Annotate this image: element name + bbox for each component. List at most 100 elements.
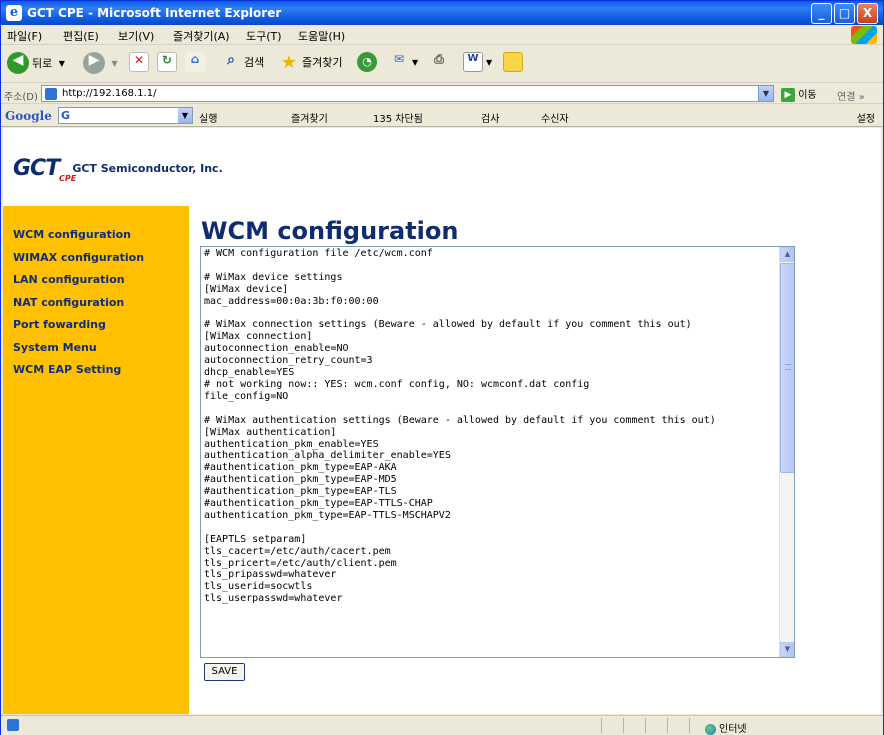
address-dropdown-icon[interactable]: ▼	[758, 86, 773, 101]
maximize-button[interactable]: □	[834, 3, 855, 24]
google-run-button[interactable]: 실행	[199, 110, 217, 125]
stop-icon: ✕	[129, 52, 149, 72]
go-label: 이동	[798, 90, 817, 101]
links-label[interactable]: 연결 »	[837, 88, 865, 103]
refresh-button[interactable]: ↻	[157, 52, 177, 76]
favorites-label: 즐겨찾기	[302, 56, 343, 69]
stop-button[interactable]: ✕	[129, 52, 149, 76]
print-button[interactable]: ⎙	[429, 52, 449, 76]
google-settings-button[interactable]: 설정	[857, 110, 875, 125]
mail-icon: ✉	[393, 52, 405, 66]
nav-wcm-eap-setting[interactable]: WCM EAP Setting	[13, 363, 189, 386]
google-toolbar: Google G ▼ 실행 즐겨찾기 135 차단됨 검사 수신자 설정	[1, 105, 883, 127]
status-divider	[689, 718, 690, 733]
google-search-badge: G	[61, 109, 71, 122]
search-button[interactable]: ⌕ 검색	[221, 52, 264, 76]
google-favorites-button[interactable]: 즐겨찾기	[291, 110, 328, 125]
minimize-button[interactable]: _	[811, 3, 832, 24]
nav-port-forwarding[interactable]: Port fowarding	[13, 318, 189, 341]
folder-button[interactable]	[503, 52, 523, 76]
company-name: GCT Semiconductor, Inc.	[72, 162, 223, 175]
security-zone: 인터넷	[705, 720, 747, 735]
status-divider	[645, 718, 646, 733]
window-title: GCT CPE - Microsoft Internet Explorer	[27, 6, 282, 20]
home-icon: ⌂	[185, 52, 205, 72]
edit-dropdown-icon[interactable]: ▼	[486, 58, 492, 67]
status-divider	[601, 718, 602, 733]
title-bar[interactable]: e GCT CPE - Microsoft Internet Explorer …	[1, 1, 883, 25]
folder-icon	[503, 52, 523, 72]
search-icon: ⌕	[227, 52, 235, 68]
address-url[interactable]: http://192.168.1.1/	[62, 88, 156, 99]
word-icon: W	[463, 52, 483, 72]
save-button[interactable]: SAVE	[204, 663, 245, 681]
address-label: 주소(D)	[4, 92, 38, 103]
content-viewport: GCT CPE GCT Semiconductor, Inc. WCM conf…	[3, 128, 881, 714]
config-textarea[interactable]: # WCM configuration file /etc/wcm.conf #…	[200, 246, 795, 658]
menu-favorites[interactable]: 즐겨찾기(A)	[173, 28, 230, 44]
menu-view[interactable]: 보기(V)	[118, 28, 154, 44]
back-dropdown-icon[interactable]: ▼	[59, 59, 65, 68]
address-input[interactable]: http://192.168.1.1/ ▼	[41, 85, 774, 102]
nav-nat-configuration[interactable]: NAT configuration	[13, 296, 189, 319]
status-bar: 인터넷	[1, 715, 883, 735]
history-icon: ◔	[357, 52, 377, 72]
favorites-button[interactable]: ★ 즐겨찾기	[279, 52, 343, 76]
google-send-button[interactable]: 수신자	[541, 110, 569, 125]
google-logo[interactable]: Google	[5, 109, 52, 123]
refresh-icon: ↻	[157, 52, 177, 72]
menu-bar: 파일(F) 편집(E) 보기(V) 즐겨찾기(A) 도구(T) 도움말(H)	[1, 25, 883, 45]
forward-arrow-icon: ▶	[83, 52, 105, 74]
nav-wimax-configuration[interactable]: WIMAX configuration	[13, 251, 189, 274]
menu-file[interactable]: 파일(F)	[7, 28, 42, 44]
go-arrow-icon: ▶	[781, 88, 795, 102]
back-arrow-icon: ◀	[7, 52, 29, 74]
home-button[interactable]: ⌂	[185, 52, 205, 76]
forward-dropdown-icon[interactable]: ▼	[112, 59, 118, 68]
nav-wcm-configuration[interactable]: WCM configuration	[13, 228, 189, 251]
back-button[interactable]: ◀ 뒤로 ▼	[7, 52, 65, 76]
thumb-grip-icon	[785, 364, 791, 370]
menu-tools[interactable]: 도구(T)	[246, 28, 282, 44]
google-popup-blocked[interactable]: 135 차단됨	[373, 110, 423, 125]
browser-window: e GCT CPE - Microsoft Internet Explorer …	[0, 0, 884, 735]
status-divider	[667, 718, 668, 733]
globe-icon	[705, 723, 716, 735]
go-button[interactable]: ▶ 이동	[781, 86, 817, 102]
mail-dropdown-icon[interactable]: ▼	[412, 58, 418, 67]
scroll-up-icon[interactable]: ▲	[780, 247, 794, 262]
status-divider	[623, 718, 624, 733]
page-status-icon	[7, 719, 19, 731]
config-scrollbar[interactable]: ▲ ▼	[779, 247, 794, 657]
search-label: 검색	[244, 56, 265, 69]
menu-edit[interactable]: 편집(E)	[63, 28, 99, 44]
menu-help[interactable]: 도움말(H)	[298, 28, 345, 44]
page-icon	[45, 88, 57, 100]
address-bar: 주소(D) http://192.168.1.1/ ▼ ▶ 이동 연결 »	[1, 84, 883, 104]
logo-cpe: CPE	[59, 174, 77, 183]
history-button[interactable]: ◔	[357, 52, 377, 76]
nav-lan-configuration[interactable]: LAN configuration	[13, 273, 189, 296]
back-label: 뒤로	[32, 57, 53, 70]
scroll-thumb[interactable]	[780, 263, 794, 473]
zone-label: 인터넷	[719, 724, 747, 735]
sidebar-nav: WCM configuration WIMAX configuration LA…	[3, 206, 189, 714]
gct-logo: GCT CPE GCT Semiconductor, Inc.	[13, 156, 223, 183]
google-search-dropdown-icon[interactable]: ▼	[178, 108, 192, 123]
page-title: WCM configuration	[201, 217, 459, 245]
ie-icon: e	[6, 5, 22, 21]
config-text[interactable]: # WCM configuration file /etc/wcm.conf #…	[204, 248, 779, 656]
scroll-down-icon[interactable]: ▼	[780, 642, 794, 657]
close-button[interactable]: X	[857, 3, 878, 24]
favorites-star-icon: ★	[280, 52, 298, 73]
google-search-input[interactable]: G ▼	[58, 107, 193, 124]
mail-button[interactable]: ✉ ▼	[389, 52, 418, 76]
windows-logo-icon	[851, 26, 877, 44]
nav-system-menu[interactable]: System Menu	[13, 341, 189, 364]
forward-button[interactable]: ▶ ▼	[83, 52, 118, 76]
standard-toolbar: ◀ 뒤로 ▼ ▶ ▼ ✕ ↻ ⌂ ⌕ 검색 ★ 즐겨찾기 ◔ ✉ ▼ ⎙ W ▼	[1, 46, 883, 83]
google-check-button[interactable]: 검사	[481, 110, 499, 125]
logo-mark: GCT	[13, 156, 60, 181]
print-icon: ⎙	[434, 52, 444, 66]
edit-button[interactable]: W ▼	[463, 52, 492, 76]
